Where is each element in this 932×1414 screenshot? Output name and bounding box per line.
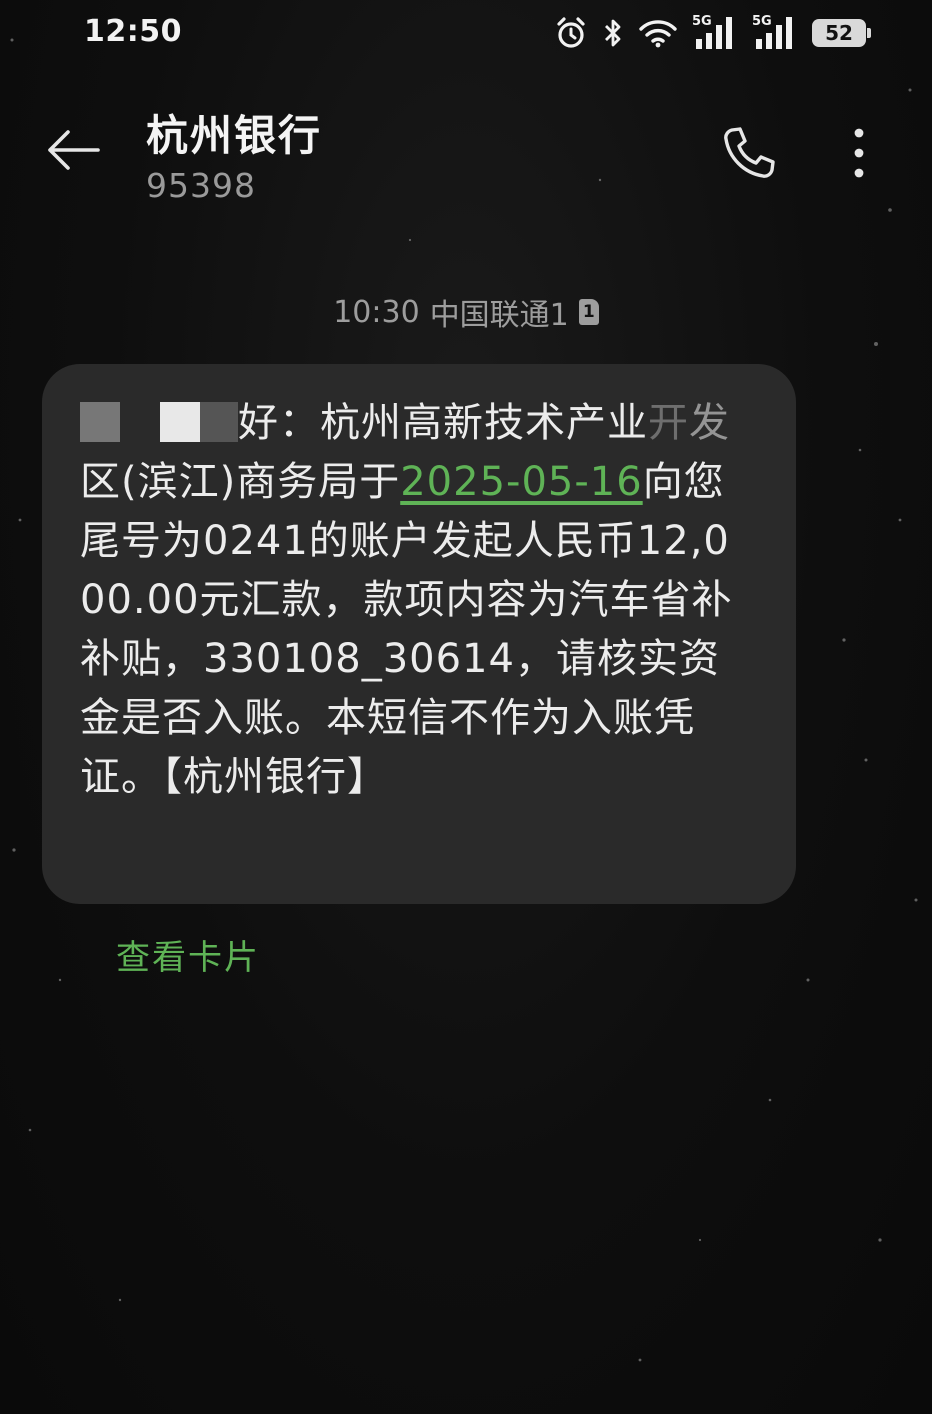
redacted-name-block (120, 402, 160, 442)
message-timestamp-row: 10:30 中国联通1 1 (0, 290, 932, 334)
message-time: 10:30 (333, 294, 420, 330)
sim-card-icon: 1 (578, 299, 599, 325)
redacted-name-block (80, 402, 120, 442)
sms-conversation-screen: 12:50 5G 5G 52 杭州银行 95398 10:30 中国联通1 1 … (0, 0, 932, 1414)
message-body: 好：杭州高新技术产业开发区(滨江)商务局于2025-05-16向您尾号为0241… (80, 394, 756, 807)
conversation-header: 杭州银行 95398 (0, 90, 932, 220)
phone-icon (724, 127, 775, 178)
back-button[interactable] (38, 122, 108, 178)
status-icons: 5G 5G 52 (554, 14, 871, 52)
contact-name: 杭州银行 (146, 111, 323, 160)
battery-level: 52 (825, 21, 853, 45)
bluetooth-icon (602, 17, 624, 49)
message-date-link[interactable]: 2025-05-16 (400, 459, 642, 505)
status-time: 12:50 (84, 14, 182, 49)
message-masked-char: 发 (689, 400, 730, 446)
message-content: 向您尾号为0241的账户发起人民币12,000.00元汇款，款项内容为汽车省补补… (80, 459, 733, 800)
wifi-icon (638, 18, 678, 48)
arrow-left-icon (48, 130, 100, 170)
status-bar: 12:50 5G 5G 52 (0, 0, 932, 66)
more-vertical-icon (854, 128, 864, 178)
signal-5g-icon: 5G (692, 15, 738, 51)
signal-5g-icon: 5G (752, 15, 798, 51)
message-bubble[interactable]: 好：杭州高新技术产业开发区(滨江)商务局于2025-05-16向您尾号为0241… (42, 364, 796, 904)
redacted-name-block (160, 402, 200, 442)
redacted-name-block (200, 402, 238, 442)
contact-number: 95398 (146, 166, 256, 205)
call-button[interactable] (716, 120, 782, 186)
carrier-name: 中国联通1 (429, 298, 569, 333)
sim-slot-number: 1 (582, 302, 595, 322)
message-masked-char: 开 (648, 400, 689, 446)
alarm-icon (554, 16, 588, 50)
more-options-button[interactable] (836, 120, 882, 186)
battery-icon: 52 (812, 19, 871, 47)
view-card-link[interactable]: 查看卡片 (116, 930, 260, 979)
message-greeting: 好：杭州高新技术产业 (238, 400, 648, 446)
message-org: 区(滨江)商务局于 (80, 459, 401, 505)
